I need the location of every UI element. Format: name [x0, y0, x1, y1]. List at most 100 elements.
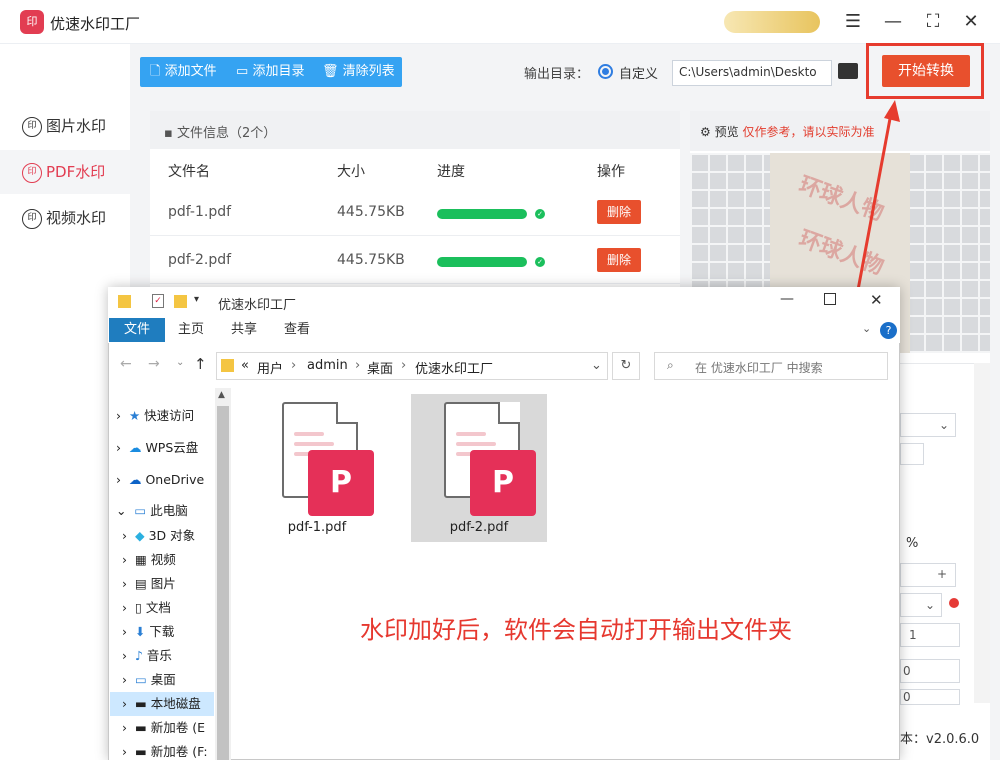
settings-scrollbar[interactable]: [974, 363, 990, 703]
breadcrumb-separator-icon: ›: [291, 358, 297, 373]
clear-list-label: 清除列表: [342, 64, 395, 79]
explorer-title-bar: ✓ ▾ 优速水印工厂 — ✕: [108, 287, 900, 317]
menu-icon[interactable]: ☰: [840, 10, 866, 34]
browse-folder-icon[interactable]: [838, 63, 858, 79]
nav-item-local-disk[interactable]: › ▬ 本地磁盘: [110, 692, 214, 716]
maximize-icon[interactable]: [824, 293, 836, 305]
nav-item-pictures[interactable]: › ▤ 图片: [122, 572, 176, 596]
delete-button[interactable]: 删除: [597, 248, 641, 272]
document-icon: ▯: [134, 600, 142, 615]
folder-icon: [221, 359, 234, 372]
chevron-down-icon[interactable]: ⌄: [591, 358, 602, 373]
up-icon[interactable]: ↑: [194, 355, 207, 373]
percent-label: %: [906, 536, 919, 551]
vip-promo-button[interactable]: [724, 11, 820, 33]
nav-scrollbar-thumb[interactable]: [217, 406, 229, 760]
nav-item-3d-objects[interactable]: › ◆ 3D 对象: [122, 524, 195, 548]
position-dropdown[interactable]: ⌄: [900, 593, 942, 617]
file-name: pdf-1.pdf: [287, 520, 347, 535]
chevron-down-icon[interactable]: ⌄: [862, 322, 871, 335]
drive-icon: ▬: [134, 696, 147, 711]
refresh-icon[interactable]: ↻: [612, 352, 640, 380]
minimize-icon[interactable]: —: [880, 10, 906, 34]
folder-icon: [118, 295, 131, 308]
close-icon[interactable]: ✕: [870, 291, 883, 309]
nav-item-volume-f[interactable]: › ▬ 新加卷 (F:: [122, 740, 208, 760]
alert-icon: [949, 598, 959, 608]
file-item-pdf-1[interactable]: P pdf-1.pdf: [249, 394, 385, 542]
spacing-stepper-y[interactable]: 0: [900, 689, 960, 705]
tab-share[interactable]: 共享: [231, 318, 257, 342]
stepper-value: 1: [909, 628, 917, 642]
settings-dropdown[interactable]: ⌄: [900, 413, 956, 437]
sidebar-item-video-watermark[interactable]: 印视频水印: [0, 196, 130, 240]
tab-home[interactable]: 主页: [178, 318, 204, 342]
sidebar-item-image-watermark[interactable]: 印图片水印: [0, 104, 130, 148]
page-fold: [336, 402, 358, 424]
tab-view[interactable]: 查看: [284, 318, 310, 342]
recent-chevron-icon[interactable]: ⌄: [176, 357, 184, 368]
file-item-pdf-2[interactable]: P pdf-2.pdf: [411, 394, 547, 542]
clear-list-button[interactable]: 🗑 清除列表: [322, 57, 395, 87]
column-name: 文件名: [168, 164, 210, 180]
new-folder-icon[interactable]: [174, 295, 187, 308]
nav-label: 视频: [150, 552, 176, 567]
text-line: [456, 432, 486, 436]
settings-button[interactable]: [900, 443, 924, 465]
column-size: 大小: [337, 164, 365, 180]
close-icon[interactable]: ✕: [958, 10, 984, 34]
nav-item-documents[interactable]: › ▯ 文档: [122, 596, 171, 620]
file-info-icon: ▪: [164, 126, 173, 141]
breadcrumb-overflow[interactable]: «: [241, 358, 249, 373]
breadcrumb-separator-icon: ›: [355, 358, 361, 373]
back-icon[interactable]: ←: [120, 356, 132, 372]
minimize-icon[interactable]: —: [780, 291, 794, 307]
nav-label: 本地磁盘: [150, 696, 201, 711]
search-placeholder: 在 优速水印工厂 中搜索: [695, 361, 823, 375]
text-line: [456, 442, 496, 446]
scroll-up-icon[interactable]: ▲: [218, 390, 225, 400]
start-convert-button[interactable]: 开始转换: [882, 55, 970, 87]
sidebar-item-pdf-watermark[interactable]: 印 PDF水印: [0, 150, 130, 194]
breadcrumb-admin[interactable]: admin: [307, 358, 348, 373]
breadcrumb-desktop[interactable]: 桌面: [367, 358, 393, 377]
nav-item-downloads[interactable]: › ⬇ 下载: [122, 620, 174, 644]
chevron-down-icon[interactable]: ▾: [194, 294, 199, 305]
delete-button[interactable]: 删除: [597, 200, 641, 224]
opacity-input[interactable]: +: [900, 563, 956, 587]
custom-radio[interactable]: [598, 64, 613, 79]
nav-label: 下载: [149, 624, 175, 639]
plus-icon[interactable]: +: [937, 567, 947, 581]
add-folder-button[interactable]: ▭ 添加目录: [236, 57, 304, 87]
nav-item-wps-cloud[interactable]: › ☁ WPS云盘: [116, 436, 198, 460]
nav-label: OneDrive: [145, 472, 205, 487]
breadcrumb-users[interactable]: 用户: [257, 358, 283, 377]
breadcrumb-current[interactable]: 优速水印工厂: [415, 358, 493, 377]
cube-icon: ◆: [134, 528, 145, 543]
file-icon: 🗋: [150, 64, 161, 79]
maximize-icon[interactable]: ⛶: [920, 10, 946, 34]
nav-item-onedrive[interactable]: › ☁ OneDrive: [116, 468, 204, 492]
nav-item-volume-e[interactable]: › ▬ 新加卷 (E: [122, 716, 205, 740]
music-icon: ♪: [134, 648, 143, 663]
nav-label: 音乐: [146, 648, 172, 663]
search-input[interactable]: ⌕ 在 优速水印工厂 中搜索: [654, 352, 888, 380]
help-icon[interactable]: ?: [880, 322, 897, 339]
nav-item-videos[interactable]: › ▦ 视频: [122, 548, 176, 572]
address-bar[interactable]: « 用户 › admin › 桌面 › 优速水印工厂 ⌄: [216, 352, 608, 380]
nav-item-desktop[interactable]: › ▭ 桌面: [122, 668, 176, 692]
nav-item-quick-access[interactable]: › ★ 快速访问: [116, 404, 194, 428]
tab-file[interactable]: 文件: [109, 318, 165, 342]
nav-item-music[interactable]: › ♪ 音乐: [122, 644, 172, 668]
add-file-button[interactable]: 🗋 添加文件: [150, 57, 217, 87]
nav-item-this-pc[interactable]: ⌄ ▭ 此电脑: [116, 499, 188, 523]
count-stepper[interactable]: 1: [900, 623, 960, 647]
folder-icon: ▭: [236, 64, 249, 79]
output-path-input[interactable]: C:\Users\admin\Deskto: [672, 60, 832, 86]
nav-label: WPS云盘: [145, 440, 199, 455]
computer-icon: ▭: [134, 503, 147, 518]
forward-icon[interactable]: →: [148, 356, 160, 372]
file-size-cell: 445.75KB: [337, 252, 405, 268]
properties-icon[interactable]: ✓: [152, 294, 164, 308]
spacing-stepper-x[interactable]: 0: [900, 659, 960, 683]
